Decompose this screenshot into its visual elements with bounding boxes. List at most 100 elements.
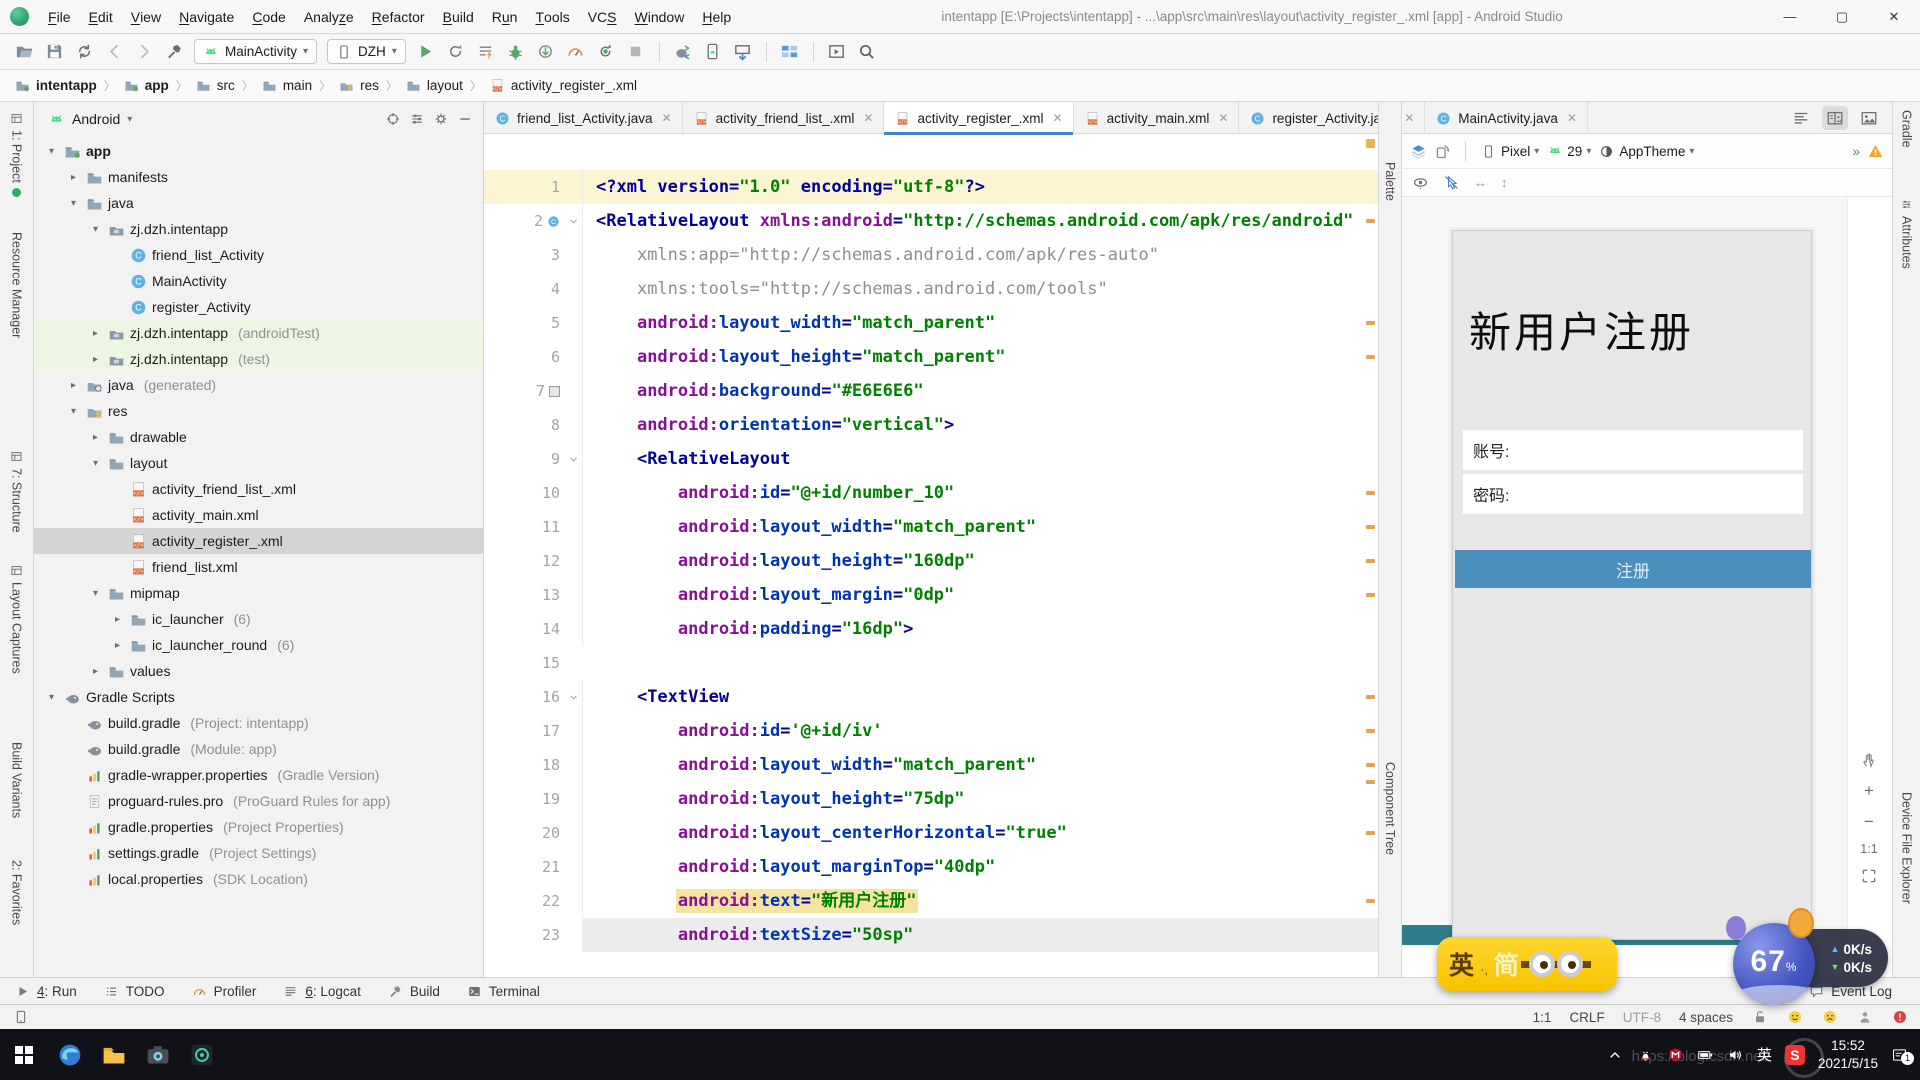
menu-code[interactable]: Code (243, 0, 294, 33)
toolbar-apply-button[interactable] (442, 39, 470, 65)
status-1-1[interactable]: 1:1 (1533, 1010, 1552, 1025)
stripe-tab-7-structure[interactable]: 7: Structure (0, 450, 33, 533)
code-line[interactable]: 4 xmlns:tools="http://schemas.android.co… (484, 272, 1378, 306)
file-explorer-icon[interactable] (92, 1029, 136, 1080)
tree-row[interactable]: ▾ mipmap (34, 580, 483, 606)
tree-expanded-arrow[interactable]: ▾ (88, 458, 103, 469)
tree-expanded-arrow[interactable]: ▾ (66, 198, 81, 209)
toolbar-back-button[interactable] (100, 39, 128, 65)
overflow-chevrons[interactable]: » (1852, 144, 1860, 159)
tree-row[interactable]: Cregister_Activity (34, 294, 483, 320)
menu-build[interactable]: Build (434, 0, 483, 33)
tree-row[interactable]: settings.gradle (Project Settings) (34, 840, 483, 866)
project-view-selector[interactable]: Android (72, 111, 120, 127)
zoom-out-button[interactable]: − (1857, 811, 1881, 833)
close-button[interactable]: ✕ (1868, 0, 1920, 33)
code-line[interactable]: 20 android:layout_centerHorizontal="true… (484, 816, 1378, 850)
code-view-icon[interactable] (1788, 106, 1814, 130)
device-selector[interactable]: Pixel ▾ (1480, 143, 1539, 160)
tree-collapsed-arrow[interactable]: ▸ (110, 614, 125, 625)
close-tab-icon[interactable]: ✕ (1218, 111, 1228, 125)
toolbar-debugrestart-button[interactable] (592, 39, 620, 65)
toolbar-save-button[interactable] (40, 39, 68, 65)
toolwindow-build[interactable]: Build (387, 983, 440, 1000)
maximize-button[interactable]: ▢ (1816, 0, 1868, 33)
code-line[interactable]: 22 android:text="新用户注册" (484, 884, 1378, 918)
menu-file[interactable]: File (39, 0, 80, 33)
tree-row[interactable]: build.gradle (Module: app) (34, 736, 483, 762)
stripe-tab-device-file-explorer[interactable]: Device File Explorer (1893, 792, 1920, 904)
toolwindow-4-run[interactable]: 4: Run (14, 983, 77, 1000)
status-4-spaces[interactable]: 4 spaces (1679, 1010, 1733, 1025)
design-surface-icon[interactable] (1410, 143, 1427, 160)
tree-expanded-arrow[interactable]: ▾ (88, 224, 103, 235)
zoom-actual-button[interactable]: 1:1 (1860, 842, 1877, 856)
menu-vcs[interactable]: VC S (579, 0, 626, 33)
tree-row[interactable]: ▸ ic_launcher_round (6) (34, 632, 483, 658)
menu-analyze[interactable]: Analy z e (295, 0, 363, 33)
ime-indicator[interactable]: 英 (1757, 1044, 1772, 1065)
code-line[interactable]: 11 android:layout_width="match_parent" (484, 510, 1378, 544)
code-line[interactable]: 19 android:layout_height="75dp" (484, 782, 1378, 816)
code-line[interactable]: 23 android:textSize="50sp" (484, 918, 1378, 952)
breadcrumb-item[interactable]: src (195, 77, 235, 94)
assistant-icon[interactable] (1856, 1009, 1873, 1026)
tree-row[interactable]: ▸ zj.dzh.intentapp (test) (34, 346, 483, 372)
pan-hand-icon[interactable] (1857, 749, 1881, 771)
toolwindow-todo[interactable]: TODO (103, 983, 165, 1000)
tree-collapsed-arrow[interactable]: ▸ (66, 172, 81, 183)
zoom-in-button[interactable]: + (1857, 780, 1881, 802)
tree-expanded-arrow[interactable]: ▾ (88, 588, 103, 599)
toolwindow-6-logcat[interactable]: 6: Logcat (282, 983, 361, 1000)
tree-row[interactable]: ▾ Gradle Scripts (34, 684, 483, 710)
breadcrumb-item[interactable]: app (123, 77, 169, 94)
palette-tab[interactable]: Palette (1379, 162, 1401, 201)
menu-tools[interactable]: Tools (526, 0, 578, 33)
menu-edit[interactable]: Edit (80, 0, 122, 33)
vertical-arrow-icon[interactable]: ↕ (1501, 175, 1508, 190)
tree-row[interactable]: ▾ layout (34, 450, 483, 476)
feedback-frown-icon[interactable] (1821, 1009, 1838, 1026)
code-editor[interactable]: 1 <?xml version="1.0" encoding="utf-8"?> 2… (484, 134, 1378, 977)
preview-register-button[interactable]: 注册 (1455, 550, 1811, 588)
code-line[interactable]: 16 <TextView (484, 680, 1378, 714)
notification-center-icon[interactable]: 1 (1891, 1046, 1914, 1065)
mcafee-icon[interactable] (1667, 1046, 1684, 1063)
error-notification-icon[interactable] (1891, 1009, 1908, 1026)
menu-run[interactable]: Run (483, 0, 527, 33)
preview-password-field[interactable]: 密码: (1463, 474, 1803, 514)
breadcrumb-item[interactable]: </> activity_register_.xml (489, 77, 637, 94)
screenshot-app-icon[interactable] (136, 1029, 180, 1080)
code-line[interactable]: 12 android:layout_height="160dp" (484, 544, 1378, 578)
toolbar-syncgradle-button[interactable] (669, 39, 697, 65)
toolbar-sdk-button[interactable] (729, 39, 757, 65)
close-tab-icon[interactable]: ✕ (1404, 111, 1414, 125)
tree-row[interactable]: ▸ values (34, 658, 483, 684)
tree-row[interactable]: gradle.properties (Project Properties) (34, 814, 483, 840)
api-selector[interactable]: 29 ▾ (1546, 143, 1591, 160)
code-line[interactable]: 1 <?xml version="1.0" encoding="utf-8"?> (484, 170, 1378, 204)
stripe-tab-resource-manager[interactable]: Resource Manager (0, 232, 33, 338)
tree-row[interactable]: build.gradle (Project: intentapp) (34, 710, 483, 736)
tree-expanded-arrow[interactable]: ▾ (66, 406, 81, 417)
stripe-tab-build-variants[interactable]: Build Variants (0, 742, 33, 818)
toolbar-bug-button[interactable] (502, 39, 530, 65)
code-line[interactable]: 8 android:orientation="vertical"> (484, 408, 1378, 442)
split-view-icon[interactable] (1822, 105, 1848, 130)
hide-panel-icon[interactable] (456, 111, 473, 128)
tree-row[interactable]: </> friend_list.xml (34, 554, 483, 580)
run-configuration-selector[interactable]: MainActivity ▾ (194, 39, 318, 64)
tree-collapsed-arrow[interactable]: ▸ (88, 432, 103, 443)
breadcrumb-item[interactable]: main (261, 77, 312, 94)
tray-expand-icon[interactable] (1607, 1046, 1624, 1063)
breadcrumb-item[interactable]: intentapp (14, 77, 97, 94)
toolbar-sync-button[interactable] (70, 39, 98, 65)
tree-row[interactable]: ▸ java (generated) (34, 372, 483, 398)
menu-help[interactable]: Help (693, 0, 740, 33)
locate-file-icon[interactable] (384, 111, 401, 128)
stripe-tab-2-favorites[interactable]: 2: Favorites (0, 860, 33, 925)
design-view-icon[interactable] (1856, 106, 1882, 130)
view-options-eye-icon[interactable] (1412, 174, 1429, 191)
code-line[interactable]: 10 android:id="@+id/number_10" (484, 476, 1378, 510)
preview-canvas[interactable]: 新用户注册 账号: 密码: 注册 + − 1:1 (1402, 197, 1892, 977)
